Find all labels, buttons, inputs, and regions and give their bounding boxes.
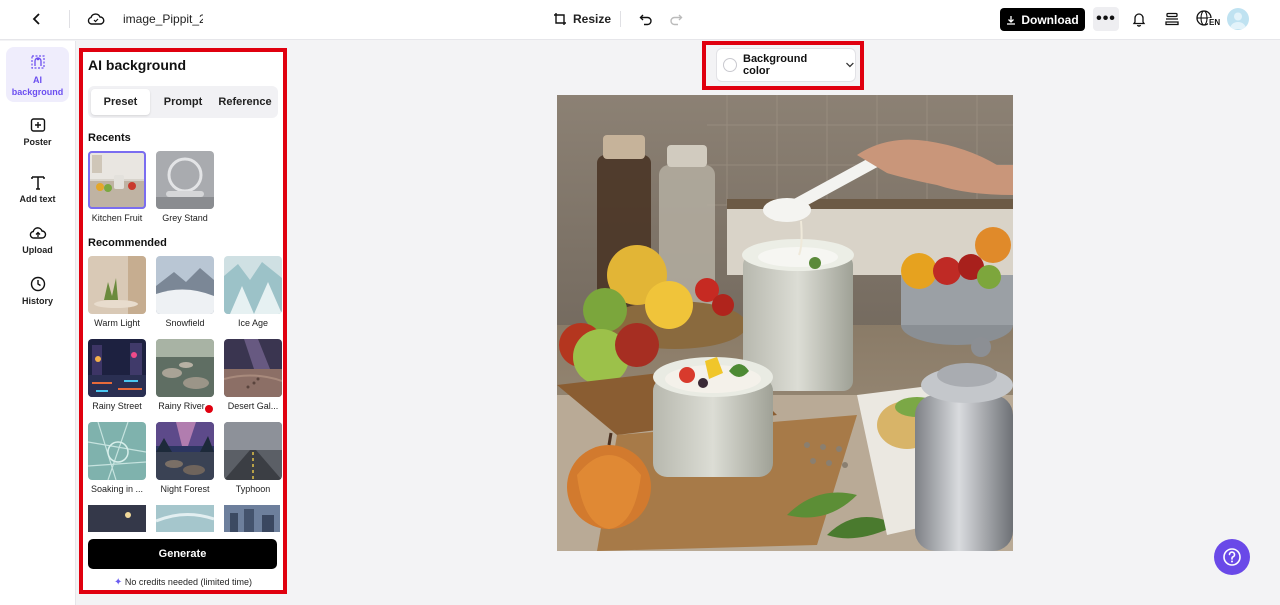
preset-caption: Rainy Street xyxy=(92,401,142,411)
rail-item-poster[interactable]: Poster xyxy=(6,116,69,147)
back-arrow-icon[interactable] xyxy=(26,8,48,30)
rail-label: Poster xyxy=(23,137,52,147)
tab-prompt[interactable]: Prompt xyxy=(154,89,212,115)
preset-thumbnail[interactable] xyxy=(155,505,215,532)
resize-icon xyxy=(554,13,566,25)
recents-heading: Recents xyxy=(88,132,131,144)
preset-thumbnail xyxy=(156,339,214,397)
ai-background-panel: AI background Preset Prompt Reference Re… xyxy=(79,48,287,594)
rail-label: Upload xyxy=(22,245,53,255)
document-title[interactable]: image_Pippit_20 xyxy=(123,12,203,26)
download-label: Download xyxy=(1021,12,1079,27)
preset-thumbnail xyxy=(88,151,146,209)
download-icon xyxy=(1007,15,1016,25)
preset-warm-light[interactable]: Warm Light xyxy=(88,256,146,328)
sparkle-icon: ✦ xyxy=(114,577,123,588)
more-options-button[interactable]: ••• xyxy=(1093,7,1119,31)
poster-icon xyxy=(30,118,45,132)
preset-caption: Snowfield xyxy=(165,318,205,328)
preset-kitchen-fruit[interactable]: Kitchen Fruit xyxy=(88,151,146,223)
download-button[interactable]: Download xyxy=(1000,8,1085,31)
resize-button[interactable]: Resize xyxy=(553,8,611,30)
preset-thumbnail xyxy=(88,422,146,480)
preset-thumbnail[interactable] xyxy=(224,505,280,532)
preset-rainy-river[interactable]: Rainy River... xyxy=(156,339,214,413)
preset-night-forest[interactable]: Night Forest xyxy=(156,422,214,494)
preset-caption: Kitchen Fruit xyxy=(91,213,143,223)
question-mark-icon xyxy=(1223,548,1241,566)
preset-caption: Night Forest xyxy=(160,484,210,494)
tab-preset[interactable]: Preset xyxy=(91,89,150,115)
bell-icon[interactable] xyxy=(1128,8,1150,30)
preset-thumbnail xyxy=(156,422,214,480)
canvas-image[interactable] xyxy=(557,95,1013,551)
language-code: EN xyxy=(1208,18,1222,27)
background-color-highlight: Background color xyxy=(702,41,864,90)
tab-reference[interactable]: Reference xyxy=(214,89,276,115)
divider xyxy=(69,10,70,28)
undo-icon[interactable] xyxy=(635,8,657,30)
preset-snowfield[interactable]: Snowfield xyxy=(156,256,214,328)
resize-label: Resize xyxy=(573,12,612,26)
preset-caption: Grey Stand xyxy=(162,213,208,223)
preset-thumbnail[interactable] xyxy=(88,505,146,532)
preset-ice-age[interactable]: Ice Age xyxy=(224,256,282,328)
divider xyxy=(620,11,621,27)
background-color-dropdown[interactable]: Background color xyxy=(716,48,856,82)
preset-thumbnail xyxy=(88,256,146,314)
preset-caption: Ice Age xyxy=(237,318,269,328)
preset-caption: Desert Gal... xyxy=(227,401,279,411)
background-color-label: Background color xyxy=(743,53,808,77)
more-presets-row xyxy=(88,505,280,532)
panel-tabs: Preset Prompt Reference xyxy=(88,86,278,118)
new-badge-dot xyxy=(205,405,213,413)
generate-button[interactable]: Generate xyxy=(88,539,277,569)
preset-desert-galaxy[interactable]: Desert Gal... xyxy=(224,339,282,411)
rail-item-history[interactable]: History xyxy=(6,275,69,306)
ai-background-icon xyxy=(30,55,45,69)
avatar[interactable] xyxy=(1227,8,1249,30)
rail-label: History xyxy=(21,296,53,306)
chevron-down-icon xyxy=(846,62,854,68)
tool-rail: AI background Poster Add text Upload His… xyxy=(0,41,76,605)
preset-soaking[interactable]: Soaking in ... xyxy=(88,422,146,494)
credits-text: No credits needed (limited time) xyxy=(124,577,252,587)
preset-rainy-street[interactable]: Rainy Street xyxy=(88,339,146,411)
text-icon xyxy=(30,176,45,190)
rail-label: Add text xyxy=(19,194,56,204)
top-bar: image_Pippit_20 Resize Download ••• EN xyxy=(0,0,1280,40)
preset-caption: Soaking in ... xyxy=(90,484,144,494)
help-button[interactable] xyxy=(1214,539,1250,575)
preset-caption: Warm Light xyxy=(94,318,140,328)
preset-grey-stand[interactable]: Grey Stand xyxy=(156,151,214,223)
rail-item-upload[interactable]: Upload xyxy=(6,224,69,255)
preset-thumbnail xyxy=(156,256,214,314)
preset-typhoon[interactable]: Typhoon xyxy=(224,422,282,494)
credits-note: ✦ No credits needed (limited time) xyxy=(83,577,283,588)
rail-item-ai-background[interactable]: AI background xyxy=(6,47,69,102)
preset-thumbnail xyxy=(156,151,214,209)
recommended-heading: Recommended xyxy=(88,237,167,249)
layers-icon[interactable] xyxy=(1161,8,1183,30)
upload-icon xyxy=(29,227,46,239)
preset-thumbnail xyxy=(224,339,282,397)
panel-title: AI background xyxy=(88,57,187,73)
preset-thumbnail xyxy=(224,422,282,480)
language-selector[interactable]: EN xyxy=(1195,8,1222,30)
preset-thumbnail xyxy=(88,339,146,397)
rail-item-add-text[interactable]: Add text xyxy=(6,173,69,204)
history-icon xyxy=(30,276,45,292)
preset-caption: Typhoon xyxy=(235,484,271,494)
color-swatch xyxy=(723,58,737,72)
redo-icon[interactable] xyxy=(665,8,687,30)
rail-label: AI background xyxy=(11,75,64,97)
cloud-sync-icon[interactable] xyxy=(85,8,107,30)
preset-thumbnail xyxy=(224,256,282,314)
